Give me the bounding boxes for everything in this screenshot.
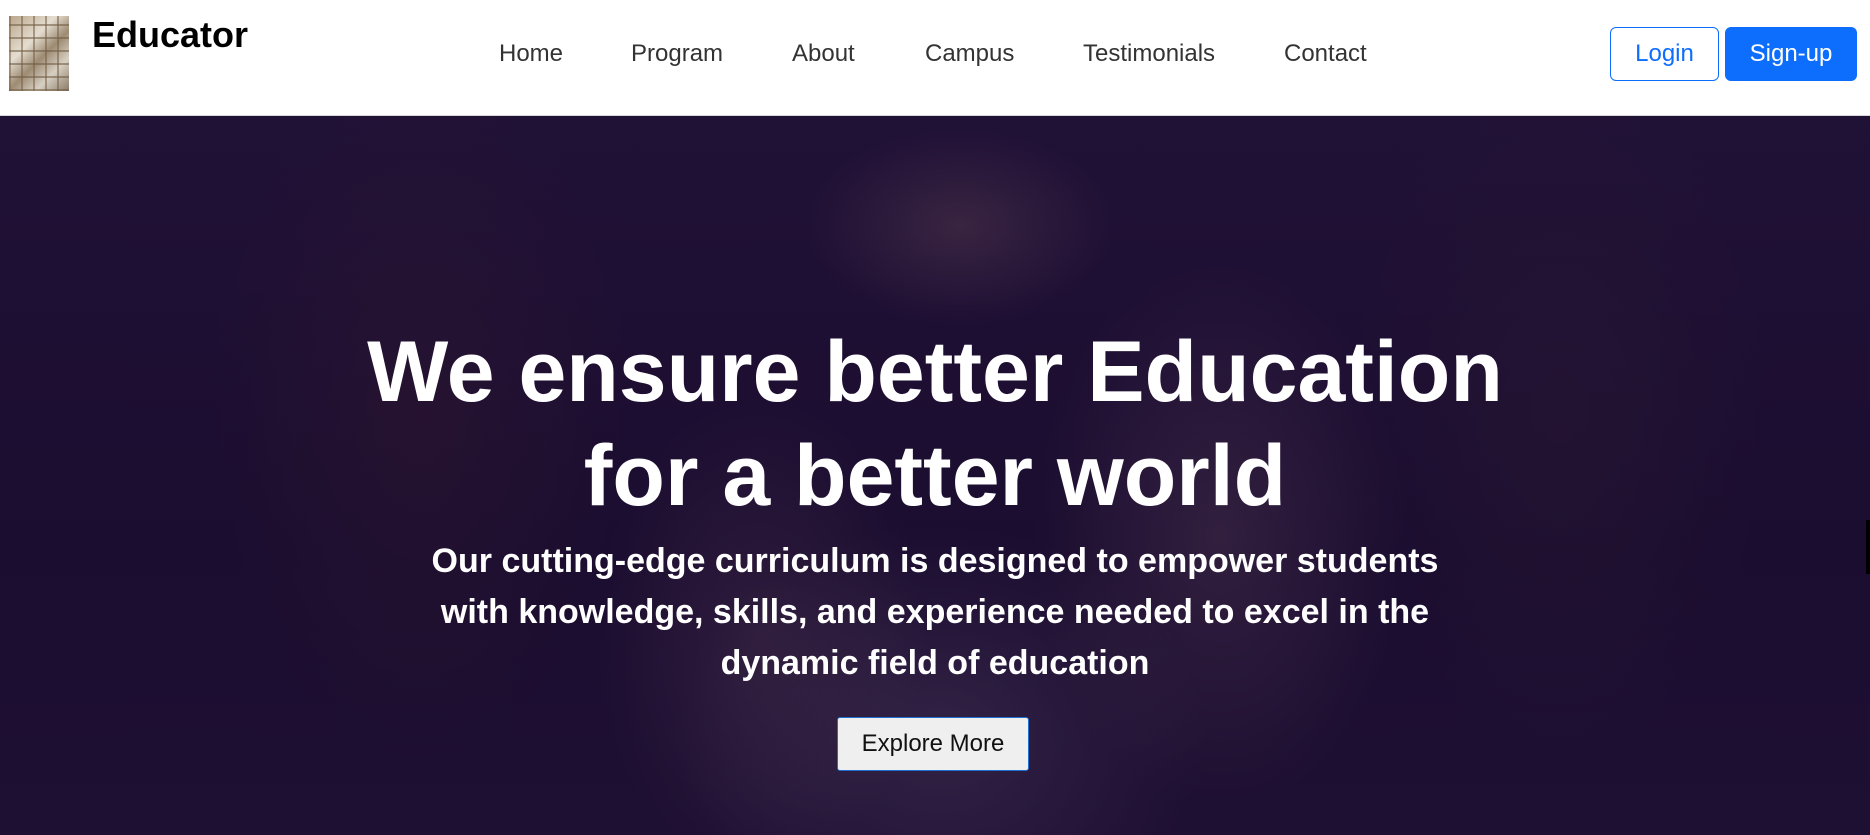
login-button[interactable]: Login (1610, 27, 1719, 81)
main-nav: Home Program About Campus Testimonials C… (0, 0, 1870, 108)
top-navbar: Educator Home Program About Campus Testi… (0, 0, 1870, 116)
hero-title: We ensure better Education for a better … (0, 320, 1870, 528)
signup-button[interactable]: Sign-up (1725, 27, 1857, 81)
hero-title-line2: for a better world (583, 428, 1287, 524)
nav-program[interactable]: Program (631, 40, 723, 68)
hero-subtitle: Our cutting-edge curriculum is designed … (431, 542, 1439, 682)
explore-more-button[interactable]: Explore More (837, 717, 1029, 771)
nav-about[interactable]: About (792, 40, 855, 68)
nav-campus[interactable]: Campus (925, 40, 1014, 68)
nav-testimonials[interactable]: Testimonials (1083, 40, 1215, 68)
hero-title-line1: We ensure better Education (367, 324, 1503, 420)
scroll-edge-marker (1866, 520, 1870, 574)
nav-contact[interactable]: Contact (1284, 40, 1367, 68)
nav-home[interactable]: Home (499, 40, 563, 68)
